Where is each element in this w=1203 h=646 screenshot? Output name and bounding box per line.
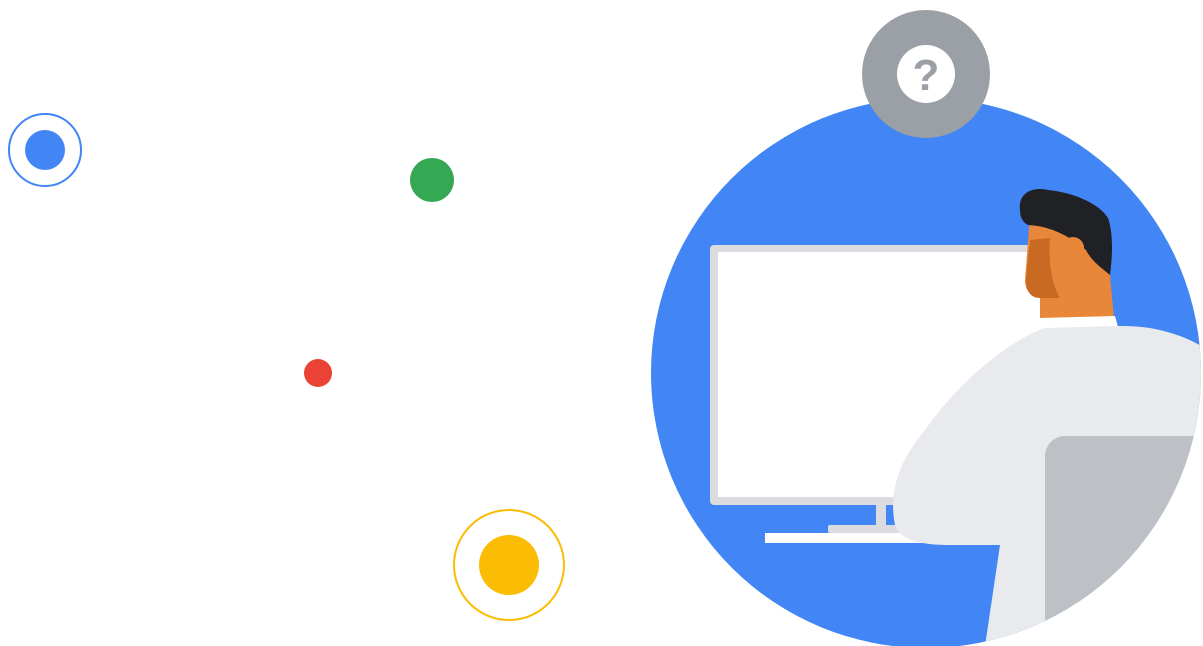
red-dot [304,359,332,387]
help-glyph: ? [913,51,940,100]
yellow-ring-dot [453,509,565,621]
blue-ring-dot [8,113,82,187]
illustration-canvas: ? [8,10,1201,646]
help-badge: ? [862,10,990,138]
decorative-dots [8,113,565,621]
green-dot [410,158,454,202]
help-illustration: ? [0,0,1203,646]
